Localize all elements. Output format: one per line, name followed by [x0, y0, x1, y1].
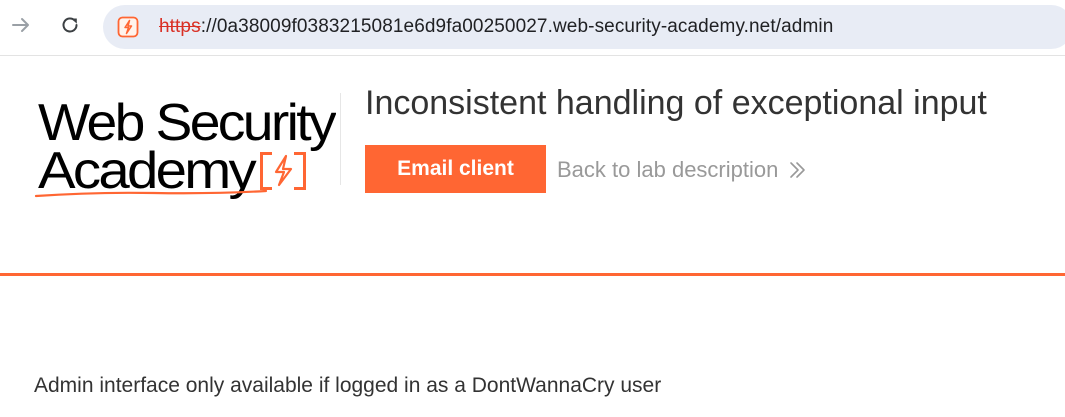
logo-bracket-left	[260, 152, 263, 190]
admin-access-message: Admin interface only available if logged…	[34, 374, 662, 397]
logo-bracket-right	[303, 152, 306, 190]
forward-button[interactable]	[6, 10, 36, 40]
site-lab-icon	[117, 16, 139, 38]
double-chevron-right-icon	[790, 162, 806, 178]
reload-icon	[62, 17, 78, 33]
arrow-right-icon	[12, 18, 29, 32]
reload-button[interactable]	[55, 10, 85, 40]
browser-toolbar: https://0a38009f0383215081e6d9fa00250027…	[0, 0, 1065, 56]
lab-title: Inconsistent handling of exceptional inp…	[365, 84, 987, 122]
header-divider	[340, 93, 341, 185]
back-link-label: Back to lab description	[557, 157, 779, 182]
url-scheme-insecure: https	[159, 16, 201, 37]
header-rule	[0, 273, 1065, 276]
url-text[interactable]: https://0a38009f0383215081e6d9fa00250027…	[159, 16, 833, 38]
address-bar[interactable]: https://0a38009f0383215081e6d9fa00250027…	[103, 5, 1065, 49]
back-to-lab-description-link[interactable]: Back to lab description	[557, 157, 808, 183]
logo-line-2: Academy	[38, 142, 257, 200]
logo-lightning-icon	[274, 154, 293, 187]
email-client-button[interactable]: Email client	[365, 145, 546, 193]
url-host-path: ://0a38009f0383215081e6d9fa00250027.web-…	[200, 16, 834, 37]
web-security-academy-logo[interactable]: Web Security Academy	[34, 92, 336, 200]
